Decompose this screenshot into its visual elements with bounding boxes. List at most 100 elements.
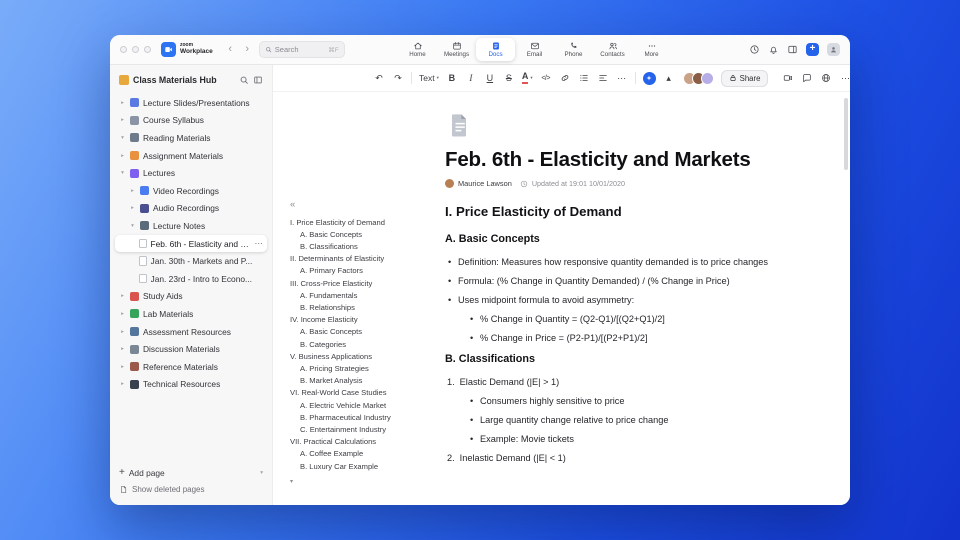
code-button[interactable]: </> <box>540 70 552 86</box>
sidebar-item-assessment-resources[interactable]: ▸ Assessment Resources <box>115 323 267 341</box>
tab-email[interactable]: Email <box>515 38 554 61</box>
link-button[interactable] <box>559 70 571 86</box>
chevron-right-icon[interactable]: ▸ <box>119 293 126 299</box>
subsection-heading-b[interactable]: B. Classifications <box>445 353 825 366</box>
chevron-down-icon[interactable]: ▾ <box>260 470 263 476</box>
collapse-sidebar-icon[interactable] <box>253 75 263 85</box>
profile-avatar[interactable] <box>827 43 840 56</box>
document-content[interactable]: Feb. 6th - Elasticity and Markets Mauric… <box>445 92 825 505</box>
document-title[interactable]: Feb. 6th - Elasticity and Markets <box>445 148 825 172</box>
chevron-down-icon[interactable]: ▾ <box>119 170 126 176</box>
outline-item[interactable]: A. Basic Concepts <box>290 229 430 241</box>
outline-item[interactable]: B. Categories <box>290 339 430 351</box>
sidebar-item-lectures[interactable]: ▾ Lectures <box>115 164 267 182</box>
undo-button[interactable]: ↶ <box>373 70 385 86</box>
panel-toggle-icon[interactable] <box>787 44 798 55</box>
ai-companion-button[interactable] <box>642 71 656 85</box>
outline-item[interactable]: A. Electric Vehicle Market <box>290 400 430 412</box>
bullet-item[interactable]: Definition: Measures how responsive quan… <box>445 257 825 269</box>
sub-bullet-item[interactable]: Large quantity change relative to price … <box>467 415 825 427</box>
outline-item[interactable]: II. Determinants of Elasticity <box>290 253 430 265</box>
forward-button[interactable]: › <box>242 44 253 55</box>
sidebar-item-reference-materials[interactable]: ▸ Reference Materials <box>115 358 267 376</box>
sub-bullet-item[interactable]: % Change in Quantity = (Q2-Q1)/[(Q2+Q1)/… <box>467 314 825 326</box>
minimize-button[interactable] <box>132 46 139 53</box>
back-button[interactable]: ‹ <box>225 44 236 55</box>
history-icon[interactable] <box>749 44 760 55</box>
outline-item[interactable]: V. Business Applications <box>290 351 430 363</box>
language-button[interactable] <box>820 70 832 86</box>
new-button[interactable]: + <box>806 43 819 56</box>
redo-button[interactable]: ↷ <box>392 70 404 86</box>
outline-item[interactable]: A. Fundamentals <box>290 290 430 302</box>
sidebar-item-audio-recordings[interactable]: ▸ Audio Recordings <box>115 200 267 218</box>
more-formatting-button[interactable]: ⋯ <box>616 70 628 86</box>
more-options-button[interactable]: ⋯ <box>839 70 850 86</box>
show-deleted-pages-button[interactable]: Show deleted pages <box>119 481 263 497</box>
chevron-down-icon[interactable]: ▾ <box>129 223 136 229</box>
strikethrough-button[interactable]: S <box>503 70 515 86</box>
tab-more[interactable]: More <box>632 38 671 61</box>
sidebar-item-jan-23rd[interactable]: Jan. 23rd - Intro to Econo... <box>115 270 267 288</box>
chevron-right-icon[interactable]: ▸ <box>119 329 126 335</box>
outline-item[interactable]: VI. Real-World Case Studies <box>290 387 430 399</box>
underline-button[interactable]: U <box>484 70 496 86</box>
row-more-icon[interactable]: ⋯ <box>255 239 264 248</box>
chevron-right-icon[interactable]: ▸ <box>119 381 126 387</box>
numbered-item[interactable]: 1. Elastic Demand (|E| > 1) <box>445 377 825 389</box>
scrollbar-thumb[interactable] <box>844 98 848 170</box>
outline-more-icon[interactable]: ▾ <box>290 478 430 485</box>
sidebar-item-technical-resources[interactable]: ▸ Technical Resources <box>115 376 267 394</box>
sidebar-item-lecture-slides[interactable]: ▸ Lecture Slides/Presentations <box>115 94 267 112</box>
outline-item[interactable]: VII. Practical Calculations <box>290 436 430 448</box>
sidebar-item-assignment-materials[interactable]: ▸ Assignment Materials <box>115 147 267 165</box>
bulleted-list-button[interactable] <box>578 70 590 86</box>
chevron-right-icon[interactable]: ▸ <box>129 205 136 211</box>
outline-item[interactable]: A. Basic Concepts <box>290 326 430 338</box>
tab-meetings[interactable]: Meetings <box>437 38 476 61</box>
sub-bullet-item[interactable]: % Change in Price = (P2-P1)/[(P2+P1)/2] <box>467 333 825 345</box>
outline-item[interactable]: A. Primary Factors <box>290 265 430 277</box>
bold-button[interactable]: B <box>446 70 458 86</box>
outline-item[interactable]: A. Coffee Example <box>290 448 430 460</box>
share-button[interactable]: Share <box>720 69 769 87</box>
outline-item[interactable]: B. Classifications <box>290 241 430 253</box>
sub-bullet-item[interactable]: Example: Movie tickets <box>467 434 825 446</box>
align-button[interactable] <box>597 70 609 86</box>
tab-contacts[interactable]: Contacts <box>593 38 632 61</box>
tab-home[interactable]: Home <box>398 38 437 61</box>
chevron-right-icon[interactable]: ▸ <box>119 311 126 317</box>
outline-item[interactable]: B. Luxury Car Example <box>290 461 430 473</box>
chevron-right-icon[interactable]: ▸ <box>119 153 126 159</box>
collapse-outline-icon[interactable]: « <box>290 200 430 210</box>
sidebar-search-icon[interactable] <box>239 75 249 85</box>
close-button[interactable] <box>120 46 127 53</box>
search-input[interactable]: Search ⌘F <box>258 41 345 58</box>
maximize-button[interactable] <box>144 46 151 53</box>
sidebar-item-feb-6th[interactable]: Feb. 6th - Elasticity and M... ⋯ <box>115 234 267 253</box>
outline-item[interactable]: C. Entertainment Industry <box>290 424 430 436</box>
chevron-right-icon[interactable]: ▸ <box>119 364 126 370</box>
section-heading-1[interactable]: I. Price Elasticity of Demand <box>445 204 825 220</box>
add-page-button[interactable]: + Add page ▾ <box>119 465 263 481</box>
collaborator-avatar[interactable] <box>700 71 714 85</box>
collapse-toolbar-button[interactable]: ▴ <box>663 70 675 86</box>
video-button[interactable] <box>782 70 794 86</box>
outline-item[interactable]: B. Relationships <box>290 302 430 314</box>
sidebar-item-course-syllabus[interactable]: ▸ Course Syllabus <box>115 112 267 130</box>
chevron-right-icon[interactable]: ▸ <box>119 117 126 123</box>
bell-icon[interactable] <box>768 44 779 55</box>
sidebar-item-discussion-materials[interactable]: ▸ Discussion Materials <box>115 340 267 358</box>
chevron-down-icon[interactable]: ▾ <box>119 135 126 141</box>
sidebar-item-reading-materials[interactable]: ▾ Reading Materials <box>115 129 267 147</box>
chevron-right-icon[interactable]: ▸ <box>129 188 136 194</box>
outline-item[interactable]: IV. Income Elasticity <box>290 314 430 326</box>
outline-item[interactable]: I. Price Elasticity of Demand <box>290 217 430 229</box>
bullet-item[interactable]: Uses midpoint formula to avoid asymmetry… <box>445 295 825 307</box>
outline-item[interactable]: A. Pricing Strategies <box>290 363 430 375</box>
comment-button[interactable] <box>801 70 813 86</box>
numbered-item[interactable]: 2. Inelastic Demand (|E| < 1) <box>445 453 825 465</box>
sidebar-item-study-aids[interactable]: ▸ Study Aids <box>115 288 267 306</box>
subsection-heading-a[interactable]: A. Basic Concepts <box>445 233 825 246</box>
sidebar-item-video-recordings[interactable]: ▸ Video Recordings <box>115 182 267 200</box>
